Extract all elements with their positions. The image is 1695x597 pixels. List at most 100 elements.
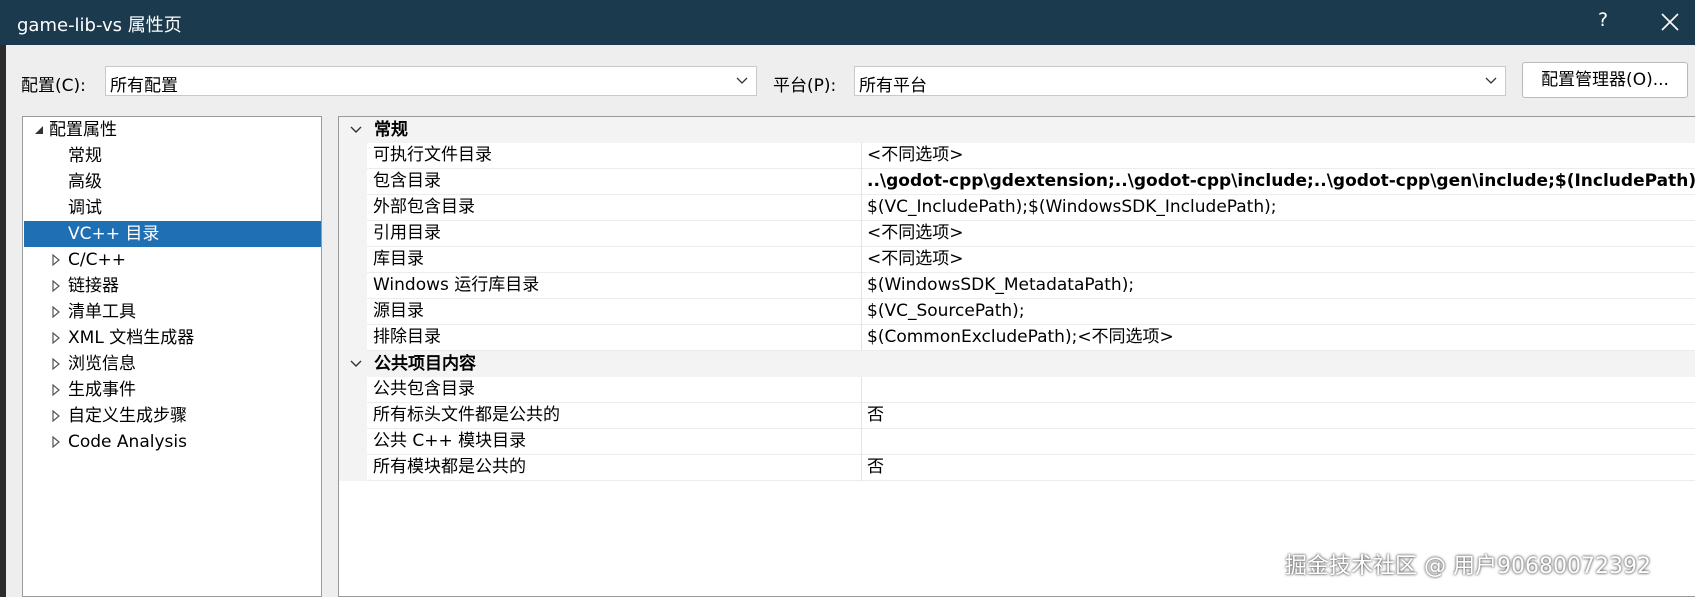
property-name: 外部包含目录: [373, 197, 475, 217]
tree-item[interactable]: C/C++: [24, 247, 321, 273]
row-gutter: [339, 403, 367, 429]
collapsed-triangle-icon[interactable]: [50, 325, 62, 351]
collapsed-triangle-icon[interactable]: [50, 403, 62, 429]
tree-item[interactable]: 链接器: [24, 273, 321, 299]
config-label: 配置(C):: [21, 76, 86, 96]
platform-label: 平台(P):: [773, 76, 837, 96]
tree-item-label: Code Analysis: [68, 432, 187, 452]
property-row[interactable]: 所有标头文件都是公共的 否: [339, 403, 1695, 429]
property-value[interactable]: $(VC_IncludePath);$(WindowsSDK_IncludePa…: [861, 195, 1695, 221]
property-row[interactable]: 公共包含目录: [339, 377, 1695, 403]
close-icon[interactable]: [1660, 12, 1680, 32]
row-gutter: [339, 377, 367, 403]
property-row[interactable]: 外部包含目录 $(VC_IncludePath);$(WindowsSDK_Inc…: [339, 195, 1695, 221]
window-title: game-lib-vs 属性页: [17, 15, 182, 36]
help-button[interactable]: ?: [1593, 9, 1613, 31]
row-gutter: [339, 169, 367, 195]
platform-combo-value: 所有平台: [859, 76, 927, 96]
property-value[interactable]: $(VC_SourcePath);: [861, 299, 1695, 325]
config-combo[interactable]: 所有配置: [105, 66, 757, 96]
property-value[interactable]: 否: [861, 403, 1695, 429]
property-row[interactable]: 排除目录 $(CommonExcludePath);<不同选项>: [339, 325, 1695, 351]
tree-item[interactable]: 配置属性: [24, 117, 321, 143]
expanded-triangle-icon[interactable]: [33, 117, 45, 143]
property-row[interactable]: 源目录 $(VC_SourcePath);: [339, 299, 1695, 325]
tree-item[interactable]: 常规: [24, 143, 321, 169]
property-name: 可执行文件目录: [373, 145, 492, 165]
property-value[interactable]: <不同选项>: [861, 247, 1695, 273]
property-name: 公共包含目录: [373, 379, 475, 399]
tree-item[interactable]: 浏览信息: [24, 351, 321, 377]
property-name: 包含目录: [373, 171, 441, 191]
category-title: 公共项目内容: [374, 354, 476, 374]
property-value[interactable]: 否: [861, 455, 1695, 481]
tree-item[interactable]: Code Analysis: [24, 429, 321, 455]
property-name: 源目录: [373, 301, 424, 321]
tree-item-label: VC++ 目录: [68, 224, 160, 244]
chevron-down-icon: [1485, 77, 1497, 84]
tree-item-label: 链接器: [68, 276, 119, 296]
tree-item[interactable]: 生成事件: [24, 377, 321, 403]
row-gutter: [339, 273, 367, 299]
tree-item[interactable]: 自定义生成步骤: [24, 403, 321, 429]
collapsed-triangle-icon[interactable]: [50, 351, 62, 377]
row-gutter: [339, 247, 367, 273]
tree-item-label: 高级: [68, 172, 102, 192]
property-name: 公共 C++ 模块目录: [373, 431, 527, 451]
row-gutter: [339, 429, 367, 455]
category-header[interactable]: 常规: [339, 117, 1695, 143]
property-row[interactable]: 可执行文件目录 <不同选项>: [339, 143, 1695, 169]
tree-item-label: C/C++: [68, 250, 126, 270]
row-gutter: [339, 143, 367, 169]
collapsed-triangle-icon[interactable]: [50, 273, 62, 299]
tree-item-label: 配置属性: [49, 120, 117, 140]
row-gutter: [339, 325, 367, 351]
property-value[interactable]: $(CommonExcludePath);<不同选项>: [861, 325, 1695, 351]
collapsed-triangle-icon[interactable]: [50, 299, 62, 325]
property-value[interactable]: [861, 377, 1695, 403]
category-title: 常规: [374, 120, 408, 140]
property-name: 所有模块都是公共的: [373, 457, 526, 477]
platform-combo[interactable]: 所有平台: [854, 66, 1506, 96]
property-tree: 配置属性常规高级调试 VC++ 目录 C/C++ 链接器清单工具 XML 文档生成器 浏览…: [22, 116, 322, 597]
property-value[interactable]: [861, 429, 1695, 455]
property-name: 所有标头文件都是公共的: [373, 405, 560, 425]
row-gutter: [339, 455, 367, 481]
collapsed-triangle-icon[interactable]: [50, 429, 62, 455]
property-row[interactable]: 所有模块都是公共的 否: [339, 455, 1695, 481]
row-gutter: [339, 195, 367, 221]
tree-item[interactable]: 调试: [24, 195, 321, 221]
tree-item-label: XML 文档生成器: [68, 328, 195, 348]
row-gutter: [339, 221, 367, 247]
property-value[interactable]: ..\godot-cpp\gdextension;..\godot-cpp\in…: [861, 169, 1695, 195]
config-combo-value: 所有配置: [110, 76, 178, 96]
tree-item[interactable]: 清单工具: [24, 299, 321, 325]
property-name: 库目录: [373, 249, 424, 269]
property-name: 引用目录: [373, 223, 441, 243]
tree-item-label: 清单工具: [68, 302, 136, 322]
property-value[interactable]: <不同选项>: [861, 221, 1695, 247]
collapsed-triangle-icon[interactable]: [50, 247, 62, 273]
property-name: 排除目录: [373, 327, 441, 347]
tree-item-label: 自定义生成步骤: [68, 406, 187, 426]
property-row[interactable]: 库目录 <不同选项>: [339, 247, 1695, 273]
property-value[interactable]: <不同选项>: [861, 143, 1695, 169]
property-row[interactable]: Windows 运行库目录 $(WindowsSDK_MetadataPath);: [339, 273, 1695, 299]
tree-item-label: 浏览信息: [68, 354, 136, 374]
tree-item[interactable]: 高级: [24, 169, 321, 195]
row-gutter: [339, 299, 367, 325]
chevron-down-icon: [736, 77, 748, 84]
tree-item[interactable]: VC++ 目录: [24, 221, 321, 247]
chevron-down-icon[interactable]: [349, 124, 363, 136]
property-value[interactable]: $(WindowsSDK_MetadataPath);: [861, 273, 1695, 299]
watermark: 掘金技术社区 @ 用户90680072392: [1285, 554, 1651, 579]
property-row[interactable]: 包含目录 ..\godot-cpp\gdextension;..\godot-cp…: [339, 169, 1695, 195]
property-row[interactable]: 引用目录 <不同选项>: [339, 221, 1695, 247]
property-row[interactable]: 公共 C++ 模块目录: [339, 429, 1695, 455]
config-manager-button[interactable]: 配置管理器(O)...: [1522, 62, 1688, 98]
tree-item[interactable]: XML 文档生成器: [24, 325, 321, 351]
title-bar: game-lib-vs 属性页 ?: [0, 0, 1695, 45]
collapsed-triangle-icon[interactable]: [50, 377, 62, 403]
chevron-down-icon[interactable]: [349, 358, 363, 370]
category-header[interactable]: 公共项目内容: [339, 351, 1695, 377]
